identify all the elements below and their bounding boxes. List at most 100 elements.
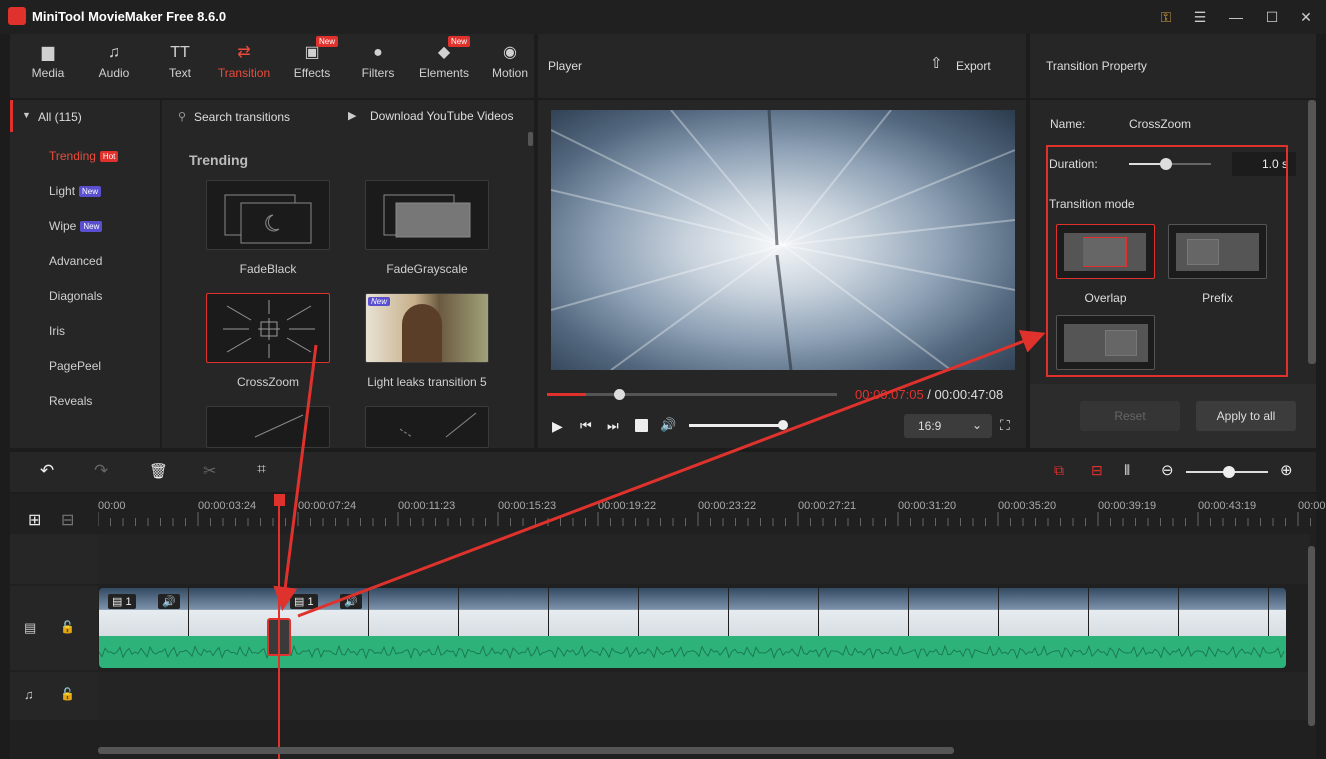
category-light[interactable]: Light New [49,184,102,198]
clip-2-badge: ▤ 1 [290,594,318,609]
ruler-time-label: 00:00:07:24 [298,500,357,512]
clip-frame-thumbnail [369,588,458,636]
remove-track-icon[interactable]: ⊟ [61,510,74,530]
export-icon[interactable]: ⇧ [930,54,943,72]
toolbar-elements[interactable]: ◆ Elements New [414,36,474,90]
video-track-header: ▤ 🔓 [10,586,98,670]
transition-thumb-partial[interactable] [365,406,489,448]
category-diagonals[interactable]: Diagonals [49,289,102,303]
playback-progress-handle[interactable] [614,389,625,400]
name-label: Name: [1050,117,1086,131]
transition-label: FadeGrayscale [386,262,468,276]
transition-thumb-light-leaks[interactable]: New [365,293,489,363]
section-title: Trending [189,152,249,168]
music-note-icon: ♫ [108,44,120,61]
film-icon: ▤ [294,596,308,608]
lock-icon[interactable]: 🔓 [60,687,75,701]
ruler-time-label: 00:00:47 [1298,500,1326,512]
search-transitions-input[interactable]: Search transitions [194,110,290,124]
split-icon[interactable]: ✂ [203,461,216,481]
previous-frame-icon[interactable]: ⏮ [580,418,592,434]
reset-button[interactable]: Reset [1080,401,1180,431]
snap-icon[interactable]: ⧉ [1054,462,1064,479]
ruler-time-label: 00:00:43:19 [1198,500,1257,512]
export-button[interactable]: Export [956,59,991,73]
minimize-icon[interactable]: — [1224,6,1248,28]
category-label: Reveals [49,394,93,408]
transition-thumb-partial[interactable] [206,406,330,448]
maximize-icon[interactable]: ☐ [1260,6,1284,28]
play-icon[interactable]: ▶ [552,418,563,435]
fit-timeline-icon[interactable]: ⦀ [1124,462,1130,479]
apply-to-all-button[interactable]: Apply to all [1196,401,1296,431]
toolbar-filters[interactable]: ● Filters [348,42,408,90]
toolbar-transition[interactable]: ⇄ Transition [214,42,274,90]
category-trending[interactable]: Trending Hot [49,149,119,163]
toolbar-effects[interactable]: ▣ Effects New [282,36,342,90]
volume-icon[interactable]: 🔊 [660,417,676,433]
volume-handle[interactable] [778,420,788,430]
volume-slider[interactable] [689,424,783,427]
property-title: Transition Property [1046,59,1147,73]
transition-arrows-icon: ⇄ [237,44,251,61]
collapse-triangle-icon[interactable]: ▼ [22,110,31,120]
category-iris[interactable]: Iris [49,324,65,338]
toolbar-media[interactable]: ▆ Media [18,42,78,90]
timeline-horizontal-scrollbar[interactable] [98,747,954,754]
category-label: Advanced [49,254,103,268]
category-wipe[interactable]: Wipe New [49,219,103,233]
toolbar-audio[interactable]: ♫ Audio [84,42,144,90]
magnet-icon[interactable]: ⊟ [1091,462,1103,479]
property-scrollbar[interactable] [1308,100,1316,364]
all-categories-label[interactable]: All (115) [38,110,82,124]
lock-icon[interactable]: 🔓 [60,620,75,634]
zoom-out-icon[interactable]: ⊖ [1161,461,1174,479]
toolbar-motion[interactable]: ◉ Motion [480,42,540,90]
delete-icon[interactable]: 🗑 [149,462,168,480]
fullscreen-icon[interactable]: ⛶ [1000,417,1010,434]
zoom-slider-handle[interactable] [1223,466,1235,478]
clip-count: 1 [125,596,132,608]
transition-thumb-fadeblack[interactable] [206,180,330,250]
search-icon[interactable]: ⚲ [178,110,186,123]
category-reveals[interactable]: Reveals [49,394,92,408]
key-icon[interactable]: ⚿ [1154,6,1178,28]
youtube-icon: ▶ [348,110,357,122]
menu-icon[interactable]: ☰ [1188,6,1212,28]
ruler-ticks [98,512,1311,526]
stop-icon[interactable] [635,419,648,432]
category-advanced[interactable]: Advanced [49,254,102,268]
empty-track-header [10,534,98,584]
clip-frame-thumbnail [1269,588,1286,636]
new-badge: New [80,221,103,232]
aspect-ratio-dropdown[interactable]: 16:9 ⌄ [904,414,992,438]
category-pagepeel[interactable]: PagePeel [49,359,101,373]
library-scrollbar[interactable] [528,132,533,146]
transition-label: CrossZoom [236,375,299,389]
undo-icon[interactable]: ↶ [40,461,54,481]
player-title: Player [548,59,583,73]
crop-icon[interactable]: ⌗ [257,461,266,479]
toolbar-text[interactable]: TT Text [150,42,210,90]
thumbnail-person-figure [402,304,442,362]
transition-thumb-fadegrayscale[interactable] [365,180,489,250]
clip-volume-icon[interactable]: 🔊 [340,594,362,609]
redo-icon[interactable]: ↷ [94,461,108,481]
transition-label: FadeBlack [239,262,297,276]
new-badge: New [447,36,470,47]
player-header: Player ⇧ Export [538,34,1026,98]
ruler-time-label: 00:00 [98,500,126,512]
name-value: CrossZoom [1129,117,1192,131]
clip-volume-icon[interactable]: 🔊 [158,594,180,609]
close-icon[interactable]: ✕ [1294,6,1318,28]
download-youtube-link[interactable]: Download YouTube Videos [370,109,513,123]
add-track-icon[interactable]: ⊞ [28,510,41,530]
playback-progress-fill [547,393,586,396]
title-bar: MiniTool MovieMaker Free 8.6.0 ⚿ ☰ — ☐ ✕ [0,0,1326,34]
timeline-vertical-scrollbar[interactable] [1308,546,1315,726]
playback-progress-track[interactable] [547,393,837,396]
clip-frame-thumbnail [549,588,638,636]
transition-thumb-crosszoom[interactable] [206,293,330,363]
zoom-in-icon[interactable]: ⊕ [1280,461,1293,479]
next-frame-icon[interactable]: ⏭ [607,418,619,434]
